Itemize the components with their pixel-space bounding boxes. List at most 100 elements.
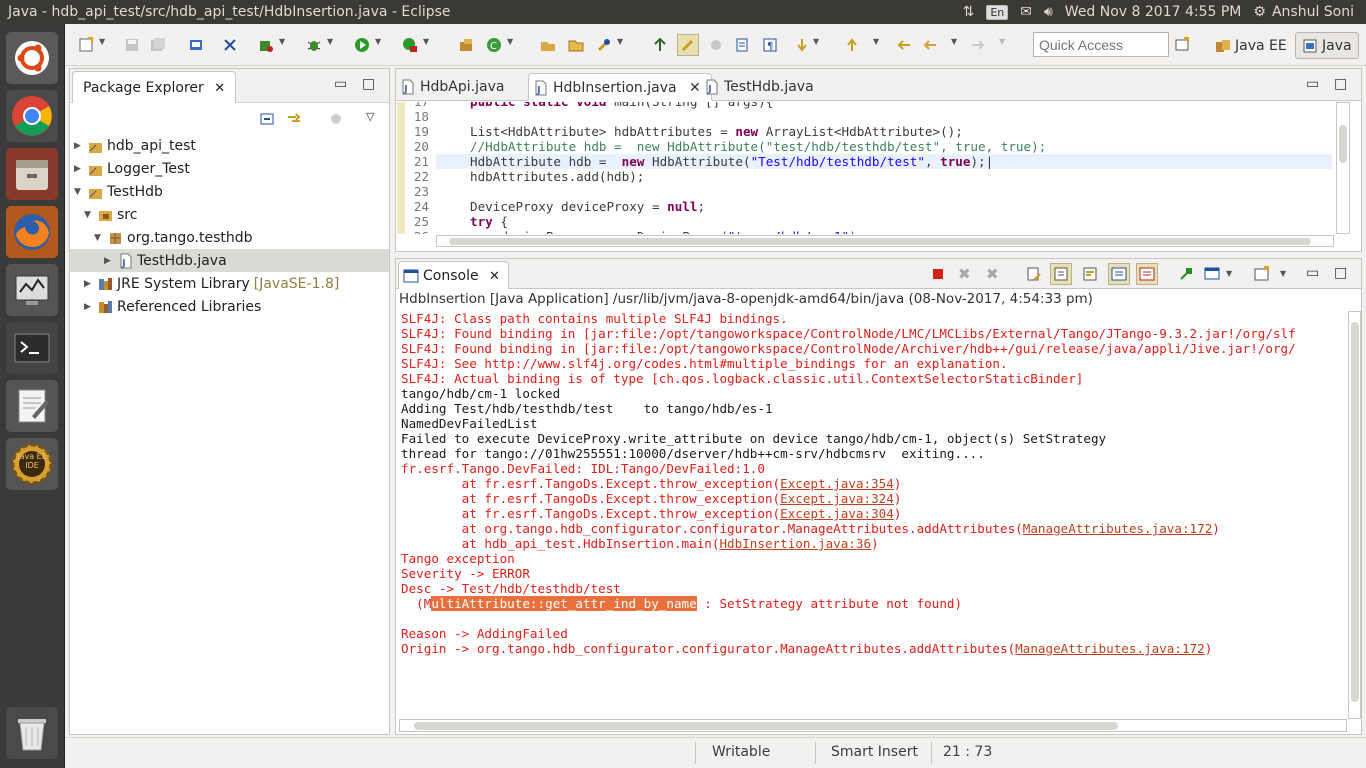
eclipse-javaee-icon[interactable]: Java EE IDE (6, 438, 58, 490)
previous-edit-dropdown-icon[interactable]: ▼ (873, 37, 879, 46)
trash-icon[interactable] (6, 707, 58, 759)
user-name[interactable]: Anshul Soni (1272, 4, 1354, 20)
datetime[interactable]: Wed Nov 8 2017 4:55 PM (1065, 4, 1242, 20)
close-icon[interactable]: ✕ (689, 80, 701, 96)
display-console-dropdown-icon[interactable]: ▼ (1226, 269, 1232, 278)
run-dropdown-icon[interactable]: ▼ (375, 37, 381, 46)
save-icon[interactable] (123, 36, 141, 54)
tree-item-project[interactable]: ▼ TestHdb (74, 180, 163, 203)
run-icon[interactable] (353, 36, 371, 54)
mail-icon[interactable]: ✉ (1020, 4, 1032, 20)
print-icon[interactable] (187, 36, 205, 54)
firefox-icon[interactable] (6, 206, 58, 258)
chrome-icon[interactable] (6, 90, 58, 142)
remove-launch-icon[interactable]: ✖ (958, 265, 971, 283)
previous-edit-location-icon[interactable] (843, 36, 861, 54)
search-dropdown-icon[interactable]: ▼ (617, 37, 623, 46)
display-console-icon[interactable] (1204, 266, 1220, 286)
maximize-icon[interactable]: □ (1334, 265, 1347, 281)
tab-console[interactable]: Console ✕ (398, 261, 509, 289)
new-class-icon[interactable]: C (485, 36, 503, 54)
editor-vertical-scrollbar[interactable] (1336, 102, 1350, 234)
open-console-dropdown-icon[interactable]: ▼ (1280, 269, 1286, 278)
collapse-arrow-icon[interactable]: ▼ (84, 210, 98, 220)
expand-arrow-icon[interactable]: ▶ (104, 256, 118, 266)
console-output[interactable]: SLF4J: Class path contains multiple SLF4… (396, 311, 1346, 719)
last-edit-location-icon[interactable] (895, 36, 913, 54)
tree-item-source-folder[interactable]: ▼ src (84, 203, 137, 226)
perspective-java[interactable]: Java (1295, 32, 1359, 59)
forward-dropdown-icon[interactable]: ▼ (999, 37, 1005, 46)
save-all-icon[interactable] (149, 36, 167, 54)
stack-link[interactable]: ManageAttributes.java:172 (1023, 521, 1213, 536)
next-edit-dropdown-icon[interactable]: ▼ (813, 37, 819, 46)
external-tool-dropdown-icon[interactable]: ▼ (279, 37, 285, 46)
volume-icon[interactable]: 🔊︎ (1044, 4, 1053, 20)
new-java-project-icon[interactable] (457, 36, 475, 54)
new-dropdown-icon[interactable]: ▼ (99, 37, 105, 46)
stack-link[interactable]: Except.java:324 (780, 491, 894, 506)
show-paragraph-icon[interactable]: ¶ (761, 36, 779, 54)
debug-icon[interactable] (305, 36, 323, 54)
show-on-stderr-icon[interactable] (1136, 263, 1158, 285)
search-icon[interactable] (595, 36, 613, 54)
scrollbar-thumb[interactable] (1339, 125, 1347, 163)
remove-all-launches-icon[interactable]: ✖ (986, 265, 999, 283)
scrollbar-thumb[interactable] (414, 722, 1118, 730)
stack-link[interactable]: HdbInsertion.java:36 (719, 536, 871, 551)
open-type-icon[interactable] (539, 36, 557, 54)
forward-icon[interactable] (969, 36, 987, 54)
collapse-arrow-icon[interactable]: ▼ (74, 187, 88, 197)
tree-item-package[interactable]: ▼ org.tango.testhdb (94, 226, 253, 249)
tree-item-referenced-libraries[interactable]: ▶ Referenced Libraries (84, 295, 261, 318)
terminal-icon[interactable] (6, 322, 58, 374)
run-external-tool-icon[interactable] (257, 36, 275, 54)
next-annotation-icon[interactable] (651, 36, 669, 54)
open-console-icon[interactable] (1254, 266, 1270, 286)
ubuntu-dash-icon[interactable] (6, 32, 58, 84)
expand-arrow-icon[interactable]: ▶ (84, 302, 98, 312)
pin-console-icon[interactable] (1178, 266, 1194, 286)
coverage-dropdown-icon[interactable]: ▼ (423, 37, 429, 46)
tree-item-java-file[interactable]: ▶ J TestHdb.java (70, 249, 389, 272)
expand-arrow-icon[interactable]: ▶ (84, 279, 98, 289)
expand-arrow-icon[interactable]: ▶ (74, 141, 88, 151)
block-selection-icon[interactable] (707, 36, 725, 54)
tab-hdbinsertion-java[interactable]: J HdbInsertion.java ✕ (528, 73, 712, 101)
quick-access-input[interactable] (1033, 32, 1169, 57)
new-class-dropdown-icon[interactable]: ▼ (507, 37, 513, 46)
code-area[interactable]: 17 18 19 20 21 22 23 24 25 26 public sta… (396, 102, 1336, 234)
scroll-lock-icon[interactable] (1050, 263, 1072, 285)
gear-icon[interactable]: ⚙ (1253, 4, 1266, 20)
scrollbar-thumb[interactable] (1351, 322, 1359, 702)
console-horizontal-scrollbar[interactable] (399, 719, 1347, 732)
maximize-icon[interactable]: □ (362, 76, 375, 92)
show-on-stdout-icon[interactable] (1108, 263, 1130, 285)
tab-testhdb-java[interactable]: J TestHdb.java (700, 73, 824, 101)
keyboard-language-indicator[interactable]: En (986, 4, 1009, 20)
word-wrap-icon[interactable] (1082, 266, 1098, 286)
terminate-icon[interactable] (932, 268, 944, 284)
debug-dropdown-icon[interactable]: ▼ (327, 37, 333, 46)
open-task-icon[interactable] (567, 36, 585, 54)
tree-item-jre-library[interactable]: ▶ JRE System Library [JavaSE-1.8] (84, 272, 339, 295)
editor-horizontal-scrollbar[interactable] (436, 235, 1334, 247)
collapse-all-icon[interactable] (260, 111, 276, 131)
coverage-icon[interactable] (401, 36, 419, 54)
new-icon[interactable] (77, 36, 95, 54)
minimize-icon[interactable]: ▭ (1306, 76, 1319, 92)
close-icon[interactable]: ✕ (214, 81, 225, 96)
tree-item-project[interactable]: ▶ hdb_api_test (74, 134, 196, 157)
text-editor-icon[interactable] (6, 380, 58, 432)
stack-link[interactable]: ManageAttributes.java:172 (1015, 641, 1205, 656)
open-perspective-icon[interactable] (1173, 36, 1191, 54)
toggle-mark-occurrences-icon[interactable] (677, 34, 699, 56)
scrollbar-thumb[interactable] (449, 238, 1311, 245)
stack-link[interactable]: Except.java:354 (780, 476, 894, 491)
expand-arrow-icon[interactable]: ▶ (74, 164, 88, 174)
collapse-arrow-icon[interactable]: ▼ (94, 233, 108, 243)
tab-package-explorer[interactable]: Package Explorer ✕ (72, 71, 237, 103)
show-whitespace-icon[interactable] (733, 36, 751, 54)
console-vertical-scrollbar[interactable] (1348, 311, 1361, 719)
skip-breakpoints-icon[interactable] (221, 36, 239, 54)
